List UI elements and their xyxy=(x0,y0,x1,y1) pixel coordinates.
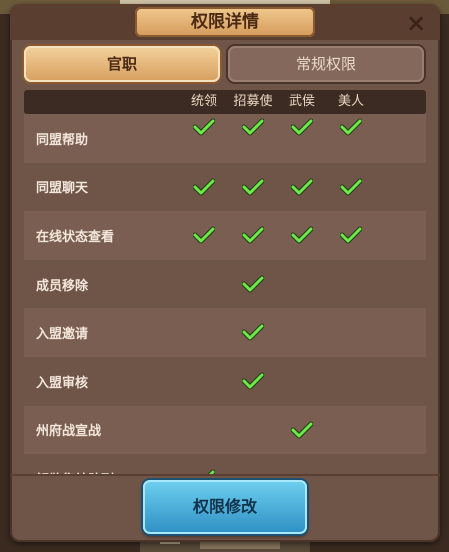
column-header-marquis: 武侯 xyxy=(288,94,315,109)
checkmark-icon xyxy=(242,178,264,196)
divider xyxy=(10,474,440,476)
close-icon[interactable]: × xyxy=(402,10,430,36)
table-row: 同盟聊天 xyxy=(24,162,426,212)
permission-label: 州府战宣战 xyxy=(36,424,102,440)
permission-label: 同盟帮助 xyxy=(36,132,89,148)
checkmark-icon xyxy=(193,226,215,244)
permission-label: 成员移除 xyxy=(36,278,89,294)
table-row: 解散集结队列 xyxy=(24,454,426,474)
tab-official-post[interactable]: 官职 xyxy=(24,46,220,82)
checkmark-icon xyxy=(193,118,215,136)
table-row: 入盟审核 xyxy=(24,356,426,406)
checkmark-icon xyxy=(291,118,313,136)
checkmark-icon xyxy=(242,372,264,390)
table-row: 在线状态查看 xyxy=(24,211,426,260)
table-row: 同盟帮助 xyxy=(24,114,426,163)
permission-label: 在线状态查看 xyxy=(36,229,115,245)
table-row: 入盟邀请 xyxy=(24,308,426,357)
checkmark-icon xyxy=(242,275,264,293)
table-row: 州府战宣战 xyxy=(24,405,426,455)
permission-label: 同盟聊天 xyxy=(36,181,89,197)
checkmark-icon xyxy=(291,226,313,244)
checkmark-icon xyxy=(193,178,215,196)
checkmark-icon xyxy=(291,421,313,439)
column-header-commander: 统领 xyxy=(190,94,217,109)
dialog-title: 权限详情 xyxy=(191,12,259,32)
checkmark-icon xyxy=(340,118,362,136)
checkmark-icon xyxy=(242,118,264,136)
checkmark-icon xyxy=(242,226,264,244)
permission-table[interactable]: 同盟帮助同盟聊天在线状态查看成员移除入盟邀请入盟审核州府战宣战解散集结队列 xyxy=(24,114,426,474)
column-header-beauty: 美人 xyxy=(337,94,364,109)
tab-general-permissions[interactable]: 常规权限 xyxy=(228,46,424,82)
checkmark-icon xyxy=(242,323,264,341)
table-row: 成员移除 xyxy=(24,259,426,309)
permission-label: 解散集结队列 xyxy=(36,454,114,474)
checkmark-icon xyxy=(291,178,313,196)
modify-permissions-button[interactable]: 权限修改 xyxy=(143,480,307,534)
checkmark-icon xyxy=(340,178,362,196)
checkmark-icon xyxy=(340,226,362,244)
permission-label: 入盟邀请 xyxy=(36,327,89,343)
column-header-recruiter: 招募使 xyxy=(233,94,273,109)
permission-dialog: 权限详情 × 官职 常规权限 统领 招募使 武侯 美人 同盟帮助同盟聊天在线状态… xyxy=(10,4,440,542)
permission-label: 入盟审核 xyxy=(36,375,89,391)
